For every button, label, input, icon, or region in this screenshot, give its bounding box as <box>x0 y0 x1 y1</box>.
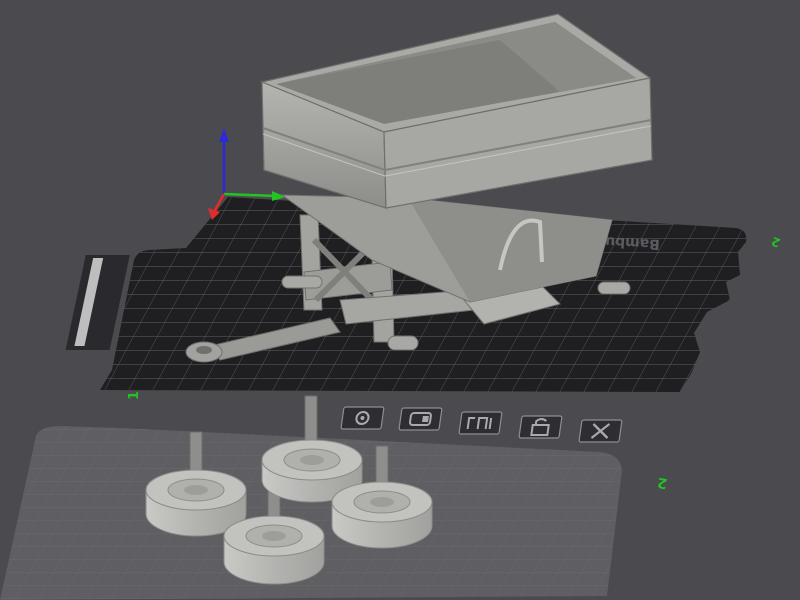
axle-left <box>281 275 323 289</box>
plate-1-corner-mark: 2 <box>770 234 783 250</box>
plate-1-index-label: 1 <box>127 391 142 400</box>
plate-2-index-label: 2 <box>656 474 668 491</box>
axle-front <box>387 335 419 351</box>
arrange-icon[interactable] <box>398 407 443 431</box>
wheel-4[interactable] <box>223 515 325 585</box>
wheel-3[interactable] <box>331 481 433 549</box>
axle-right <box>597 281 631 295</box>
lock-icon[interactable] <box>518 415 563 439</box>
orient-icon[interactable] <box>340 406 385 430</box>
scene-canvas[interactable]: 2 Bambu Tex 1 2 <box>0 0 800 600</box>
x-axis <box>223 192 277 198</box>
plate-settings-icon[interactable] <box>458 411 503 435</box>
3d-viewport[interactable]: 2 Bambu Tex 1 2 <box>0 0 800 600</box>
delete-plate-icon[interactable] <box>578 419 623 443</box>
plate-toolbar <box>340 406 623 443</box>
z-axis-arrow-icon <box>219 128 229 142</box>
